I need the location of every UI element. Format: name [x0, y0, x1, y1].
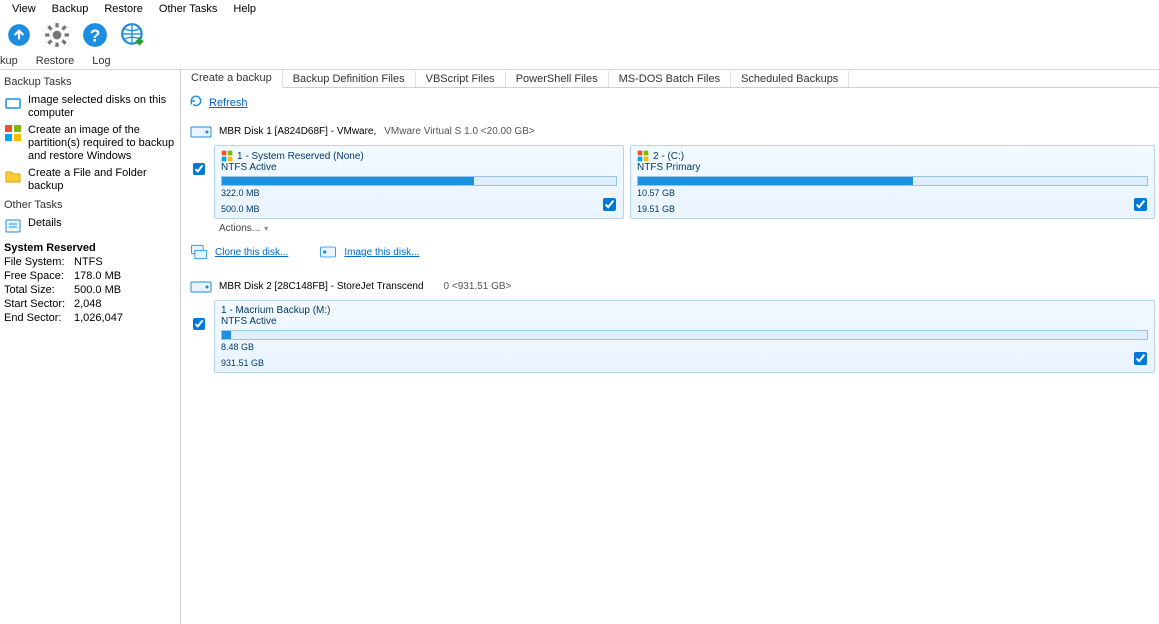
- detail-key: File System:: [4, 255, 74, 269]
- menu-restore[interactable]: Restore: [96, 3, 151, 15]
- partition-select-checkbox[interactable]: [603, 198, 616, 211]
- actions-dropdown[interactable]: Actions...: [185, 219, 1155, 240]
- windows-icon: [637, 150, 649, 162]
- windows-icon: [4, 124, 22, 142]
- menu-backup[interactable]: Backup: [44, 3, 97, 15]
- task-details[interactable]: Details: [2, 215, 178, 237]
- other-tasks-heading: Other Tasks: [2, 195, 178, 215]
- toolbar-button-web[interactable]: [116, 20, 150, 50]
- partition-name: 1 - Macrium Backup (M:): [221, 305, 330, 316]
- drive-icon: [189, 119, 213, 143]
- disk-title-extra: VMware Virtual S 1.0 <20.00 GB>: [384, 126, 534, 137]
- tab-msdos-batch-files[interactable]: MS-DOS Batch Files: [609, 71, 731, 87]
- detail-val: NTFS: [74, 255, 103, 269]
- detail-key: Total Size:: [4, 283, 74, 297]
- details-heading: System Reserved: [4, 242, 96, 254]
- disk-select-checkbox[interactable]: [193, 318, 205, 330]
- tab-powershell-files[interactable]: PowerShell Files: [506, 71, 609, 87]
- image-icon: [318, 242, 338, 262]
- partition-total: 500.0 MB: [221, 204, 617, 214]
- partition-name: 1 - System Reserved (None): [237, 151, 364, 162]
- right-tabs: Create a backup Backup Definition Files …: [181, 70, 1159, 88]
- refresh-link[interactable]: Refresh: [209, 97, 248, 109]
- task-label: Image selected disks on this computer: [28, 94, 176, 120]
- partition-fs: NTFS Active: [221, 162, 617, 173]
- backup-tasks-heading: Backup Tasks: [2, 72, 178, 92]
- detail-val: 2,048: [74, 297, 102, 311]
- partition-total: 931.51 GB: [221, 358, 1148, 368]
- toolbar-button-settings[interactable]: [40, 20, 74, 50]
- partition-card[interactable]: 2 - (C:) NTFS Primary 10.57 GB 19.51 GB: [630, 145, 1155, 219]
- task-label: Details: [28, 217, 176, 230]
- detail-val: 500.0 MB: [74, 283, 121, 297]
- image-disk-link[interactable]: Image this disk...: [318, 242, 419, 262]
- detail-val: 1,026,047: [74, 311, 123, 325]
- task-file-folder-backup[interactable]: Create a File and Folder backup: [2, 165, 178, 195]
- subtab-restore[interactable]: Restore: [36, 53, 83, 69]
- disk-icon: [4, 94, 22, 112]
- right-area: Create a backup Backup Definition Files …: [181, 70, 1159, 624]
- details-block: System Reserved File System:NTFS Free Sp…: [2, 237, 178, 329]
- refresh-icon: [189, 94, 203, 111]
- disk-block-1: MBR Disk 1 [A824D68F] - VMware, VMware V…: [185, 119, 1155, 268]
- subtab-backup[interactable]: kup: [0, 53, 26, 69]
- usage-bar: [637, 176, 1148, 186]
- menu-help[interactable]: Help: [225, 3, 264, 15]
- toolbar: ?: [0, 18, 1159, 52]
- help-icon: ?: [82, 22, 108, 48]
- task-image-windows-partitions[interactable]: Create an image of the partition(s) requ…: [2, 122, 178, 165]
- partition-name: 2 - (C:): [653, 151, 684, 162]
- partition-card[interactable]: 1 - System Reserved (None) NTFS Active 3…: [214, 145, 624, 219]
- windows-icon: [221, 150, 233, 162]
- disk-block-2: MBR Disk 2 [28C148FB] - StoreJet Transce…: [185, 274, 1155, 373]
- clone-icon: [189, 242, 209, 262]
- menu-other-tasks[interactable]: Other Tasks: [151, 3, 226, 15]
- clone-disk-label: Clone this disk...: [215, 247, 288, 258]
- clone-disk-link[interactable]: Clone this disk...: [189, 242, 288, 262]
- task-label: Create an image of the partition(s) requ…: [28, 124, 176, 163]
- partition-used: 8.48 GB: [221, 342, 1148, 352]
- drive-icon: [189, 274, 213, 298]
- image-disk-label: Image this disk...: [344, 247, 419, 258]
- disk-title: MBR Disk 1 [A824D68F] - VMware,: [219, 126, 376, 137]
- tab-vbscript-files[interactable]: VBScript Files: [416, 71, 506, 87]
- partition-card[interactable]: 1 - Macrium Backup (M:) NTFS Active 8.48…: [214, 300, 1155, 373]
- usage-bar: [221, 176, 617, 186]
- left-pane: Backup Tasks Image selected disks on thi…: [0, 70, 181, 624]
- svg-text:?: ?: [90, 26, 101, 46]
- tab-scheduled-backups[interactable]: Scheduled Backups: [731, 71, 849, 87]
- content-area: Refresh MBR Disk 1 [A824D68F] - VMware, …: [181, 88, 1159, 624]
- task-image-selected-disks[interactable]: Image selected disks on this computer: [2, 92, 178, 122]
- toolbar-button-help[interactable]: ?: [78, 20, 112, 50]
- usage-bar: [221, 330, 1148, 340]
- details-icon: [4, 217, 22, 235]
- disk-select-checkbox[interactable]: [193, 163, 205, 175]
- partition-used: 322.0 MB: [221, 188, 617, 198]
- subtab-log[interactable]: Log: [92, 53, 118, 69]
- partition-select-checkbox[interactable]: [1134, 352, 1147, 365]
- partition-fs: NTFS Active: [221, 316, 1148, 327]
- partition-fs: NTFS Primary: [637, 162, 1148, 173]
- disk-arrow-icon: [6, 22, 32, 48]
- detail-key: Start Sector:: [4, 297, 74, 311]
- detail-val: 178.0 MB: [74, 269, 121, 283]
- menu-view[interactable]: View: [4, 3, 44, 15]
- task-label: Create a File and Folder backup: [28, 167, 176, 193]
- partition-used: 10.57 GB: [637, 188, 1148, 198]
- tab-backup-definition-files[interactable]: Backup Definition Files: [283, 71, 416, 87]
- menubar: View Backup Restore Other Tasks Help: [0, 0, 1159, 18]
- detail-key: End Sector:: [4, 311, 74, 325]
- toolbar-button-backup[interactable]: [2, 20, 36, 50]
- partition-total: 19.51 GB: [637, 204, 1148, 214]
- detail-key: Free Space:: [4, 269, 74, 283]
- tab-create-backup[interactable]: Create a backup: [181, 70, 283, 88]
- folder-icon: [4, 167, 22, 185]
- disk-title-extra: 0 <931.51 GB>: [444, 281, 512, 292]
- subtabs: kup Restore Log: [0, 52, 1159, 70]
- globe-download-icon: [120, 22, 146, 48]
- partition-select-checkbox[interactable]: [1134, 198, 1147, 211]
- disk-title: MBR Disk 2 [28C148FB] - StoreJet Transce…: [219, 281, 424, 292]
- gear-icon: [44, 22, 70, 48]
